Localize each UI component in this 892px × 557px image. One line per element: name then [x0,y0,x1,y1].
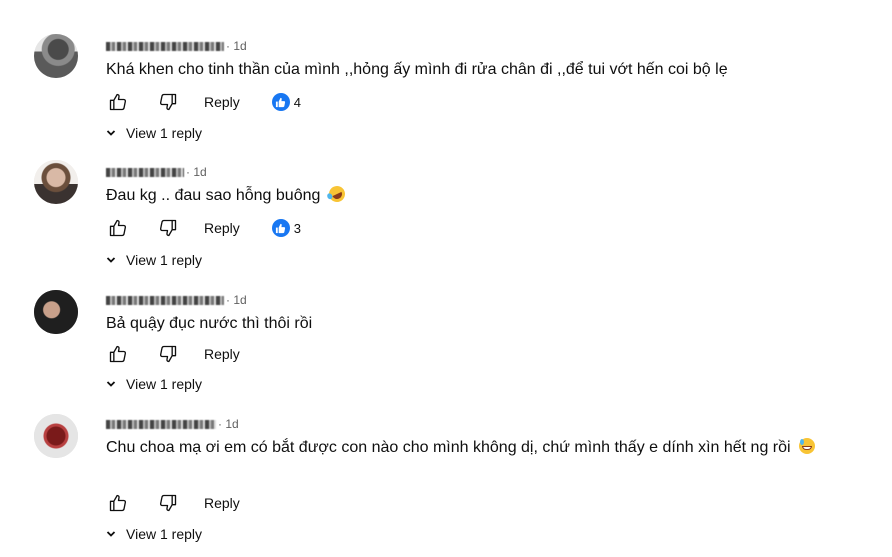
like-button[interactable] [106,216,130,240]
comment-text: Đau kg .. đau sao hỗng buông [106,183,846,208]
reaction-count: 4 [293,94,302,110]
comment-text-content: Bả quậy đục nước thì thôi rồi [106,315,313,332]
author-name-redacted[interactable] [106,42,224,52]
rofl-emoji [326,183,348,205]
dislike-button[interactable] [156,90,180,114]
sweat-smile-emoji [799,438,816,454]
thumbs-down-outline-icon [159,494,177,512]
thumbs-down-outline-icon [159,219,177,237]
author-name-redacted[interactable] [106,296,224,306]
thumbs-down-outline-icon [159,345,177,363]
author-name-redacted[interactable] [106,168,184,178]
comment-actions: Reply 3 [106,216,301,240]
thumbs-up-outline-icon [109,93,127,111]
chevron-down-icon [106,255,116,265]
dislike-button[interactable] [156,491,180,515]
dislike-button[interactable] [156,342,180,366]
chevron-down-icon [106,128,116,138]
comment-text-content: Khá khen cho tinh thần của mình ,,hỏng ấ… [106,61,728,78]
chevron-down-icon [106,529,116,539]
view-replies-label: View 1 reply [126,125,203,141]
avatar[interactable] [34,290,78,334]
comment-actions: Reply [106,491,240,515]
comment-text: Bả quậy đục nước thì thôi rồi [106,312,846,336]
comment-text: Khá khen cho tinh thần của mình ,,hỏng ấ… [106,58,846,82]
avatar[interactable] [34,414,78,458]
reaction-summary[interactable]: 3 [271,219,302,237]
view-replies-label: View 1 reply [126,526,203,542]
view-replies-button[interactable]: View 1 reply [106,252,202,268]
like-button[interactable] [106,90,130,114]
facebook-like-badge-icon [271,219,290,237]
reply-button[interactable]: Reply [204,495,240,511]
reply-button[interactable]: Reply [204,346,240,362]
avatar[interactable] [34,160,78,204]
avatar[interactable] [34,34,78,78]
comment-meta: · 1d [106,165,207,179]
comment-text-content: Chu choa mạ ơi em có bắt được con nào ch… [106,439,791,456]
comment-text: Chu choa mạ ơi em có bắt được con nào ch… [106,436,846,460]
reaction-count: 3 [293,220,302,236]
reply-button[interactable]: Reply [204,220,240,236]
comment-meta: · 1d [106,417,239,431]
dislike-button[interactable] [156,216,180,240]
author-name-redacted[interactable] [106,420,216,430]
like-button[interactable] [106,491,130,515]
comment-actions: Reply 4 [106,90,301,114]
view-replies-button[interactable]: View 1 reply [106,125,202,141]
thumbs-up-outline-icon [109,345,127,363]
comment-meta: · 1d [106,293,247,307]
thumbs-up-outline-icon [109,219,127,237]
comment-time: · 1d [226,293,247,307]
view-replies-label: View 1 reply [126,252,203,268]
comment-time: · 1d [226,39,247,53]
view-replies-label: View 1 reply [126,376,203,392]
comment-actions: Reply [106,342,240,366]
thumbs-down-outline-icon [159,93,177,111]
chevron-down-icon [106,379,116,389]
facebook-like-badge-icon [271,93,290,111]
comment-text-content: Đau kg .. đau sao hỗng buông [106,187,321,204]
reaction-summary[interactable]: 4 [271,93,302,111]
comment-meta: · 1d [106,39,247,53]
comment-time: · 1d [186,165,207,179]
thumbs-up-outline-icon [109,494,127,512]
comment-time: · 1d [218,417,239,431]
reply-button[interactable]: Reply [204,94,240,110]
view-replies-button[interactable]: View 1 reply [106,376,202,392]
like-button[interactable] [106,342,130,366]
view-replies-button[interactable]: View 1 reply [106,526,202,542]
